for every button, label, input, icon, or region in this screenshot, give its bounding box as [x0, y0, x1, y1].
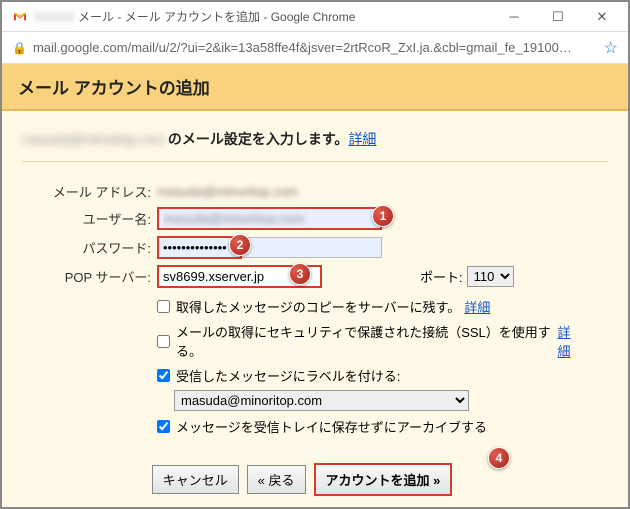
label-email: メール アドレス:	[22, 182, 157, 201]
titlebar: XXXXX メール - メール アカウントを追加 - Google Chrome…	[2, 2, 628, 32]
add-account-button[interactable]: アカウントを追加 »	[314, 463, 453, 496]
email-value: masuda@minoritop.com	[157, 184, 298, 199]
label-label: 受信したメッセージにラベルを付ける:	[176, 366, 400, 385]
intro-detail-link[interactable]: 詳細	[348, 131, 376, 147]
form-panel: masuda@minoritop.com のメール設定を入力します。詳細 メール…	[2, 111, 628, 509]
label-password: パスワード:	[22, 238, 157, 257]
intro-line: masuda@minoritop.com のメール設定を入力します。詳細	[22, 129, 608, 162]
label-username: ユーザー名:	[22, 209, 157, 228]
username-input[interactable]	[157, 207, 382, 230]
form: メール アドレス: masuda@minoritop.com ユーザー名: 1 …	[22, 182, 582, 496]
actions-row: キャンセル « 戻る アカウントを追加 » 4	[22, 463, 582, 496]
label-select[interactable]: masuda@minoritop.com	[174, 390, 469, 411]
page-content: メール アカウントの追加 masuda@minoritop.com のメール設定…	[2, 64, 628, 507]
leave-copy-detail-link[interactable]: 詳細	[464, 297, 490, 316]
page-header: メール アカウントの追加	[2, 64, 628, 111]
cancel-button[interactable]: キャンセル	[152, 465, 239, 494]
opt-archive: メッセージを受信トレイに保存せずにアーカイブする	[22, 414, 582, 439]
archive-label: メッセージを受信トレイに保存せずにアーカイブする	[176, 417, 487, 436]
account-blur: XXXXX	[34, 10, 74, 24]
port-select[interactable]: 110	[467, 266, 514, 287]
label-pop: POP サーバー:	[22, 267, 157, 286]
back-button[interactable]: « 戻る	[247, 465, 306, 494]
bookmark-icon[interactable]: ☆	[604, 38, 618, 58]
page-heading: メール アカウントの追加	[18, 74, 612, 99]
badge-3: 3	[289, 263, 311, 285]
window-title: メール - メール アカウントを追加 - Google Chrome	[78, 8, 492, 25]
label-checkbox[interactable]	[157, 369, 170, 382]
leave-copy-label: 取得したメッセージのコピーをサーバーに残す。	[176, 297, 460, 316]
close-button[interactable]: ✕	[580, 3, 624, 31]
gmail-favicon	[12, 9, 28, 25]
minimize-button[interactable]: ─	[492, 3, 536, 31]
badge-2: 2	[229, 234, 251, 256]
lock-icon: 🔒	[12, 41, 27, 55]
password-input-ext[interactable]	[242, 237, 382, 258]
opt-label-select-row: masuda@minoritop.com	[22, 388, 582, 414]
opt-leave-copy: 取得したメッセージのコピーをサーバーに残す。 詳細	[22, 294, 582, 319]
badge-1: 1	[372, 205, 394, 227]
ssl-checkbox[interactable]	[157, 335, 170, 348]
opt-ssl: メールの取得にセキュリティで保護された接続（SSL）を使用する。 詳細	[22, 319, 582, 363]
archive-checkbox[interactable]	[157, 420, 170, 433]
label-port: ポート:	[420, 267, 463, 286]
intro-email-blur: masuda@minoritop.com	[22, 131, 164, 147]
address-bar: 🔒 mail.google.com/mail/u/2/?ui=2&ik=13a5…	[2, 32, 628, 64]
leave-copy-checkbox[interactable]	[157, 300, 170, 313]
maximize-button[interactable]: ☐	[536, 3, 580, 31]
badge-4: 4	[488, 447, 510, 469]
ssl-label: メールの取得にセキュリティで保護された接続（SSL）を使用する。	[176, 322, 554, 360]
ssl-detail-link[interactable]: 詳細	[558, 322, 583, 360]
url-text[interactable]: mail.google.com/mail/u/2/?ui=2&ik=13a58f…	[33, 40, 596, 55]
intro-text: のメール設定を入力します。	[164, 131, 349, 147]
opt-label: 受信したメッセージにラベルを付ける:	[22, 363, 582, 388]
chrome-window: XXXXX メール - メール アカウントを追加 - Google Chrome…	[0, 0, 630, 509]
